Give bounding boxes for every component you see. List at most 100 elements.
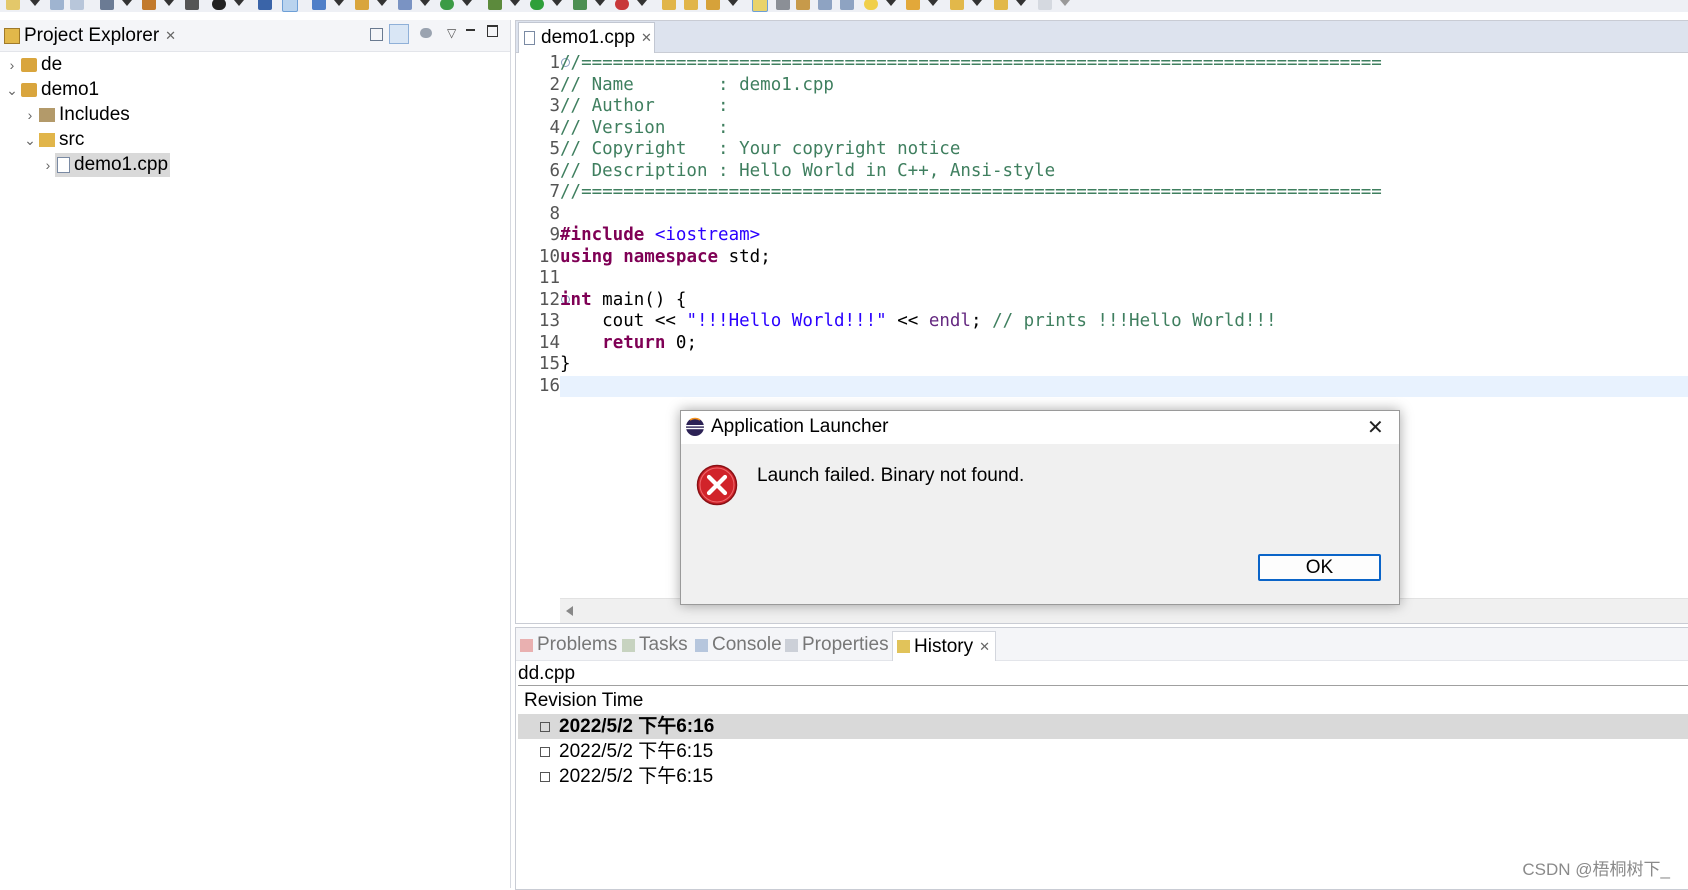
chevron-down-icon[interactable] bbox=[234, 0, 244, 6]
tree-item-includes[interactable]: › Includes bbox=[23, 103, 130, 127]
link-with-editor-icon[interactable] bbox=[389, 24, 409, 44]
chevron-down-icon[interactable] bbox=[552, 0, 562, 6]
tab-tasks[interactable]: Tasks bbox=[622, 633, 688, 657]
close-icon[interactable]: ✕ bbox=[979, 639, 990, 655]
code-line: using namespace std; bbox=[560, 247, 771, 269]
binary-icon[interactable] bbox=[185, 0, 199, 10]
edit-icon[interactable] bbox=[752, 0, 768, 12]
chevron-down-icon[interactable] bbox=[972, 0, 982, 6]
next-icon[interactable] bbox=[1038, 0, 1052, 10]
chevron-down-icon[interactable]: ⌄ bbox=[5, 78, 19, 102]
current-line-highlight bbox=[560, 375, 1688, 397]
code-token: cout << bbox=[560, 311, 676, 331]
code-line: //======================================… bbox=[560, 53, 1382, 73]
chevron-down-icon[interactable] bbox=[928, 0, 938, 6]
save-all-icon[interactable] bbox=[70, 0, 84, 10]
run-config-icon[interactable] bbox=[573, 0, 587, 10]
chevron-down-icon[interactable] bbox=[510, 0, 520, 6]
chevron-down-icon[interactable] bbox=[420, 0, 430, 6]
forward-icon[interactable] bbox=[994, 0, 1008, 10]
folder-icon[interactable] bbox=[355, 0, 369, 10]
tree-item-demo1[interactable]: ⌄ demo1 bbox=[5, 78, 99, 102]
scroll-left-icon[interactable] bbox=[566, 606, 573, 616]
collapse-all-icon[interactable] bbox=[370, 28, 383, 41]
close-icon[interactable]: ✕ bbox=[641, 30, 652, 46]
chevron-down-icon[interactable] bbox=[30, 0, 40, 6]
revision-icon bbox=[540, 771, 550, 782]
ok-button[interactable]: OK bbox=[1258, 554, 1381, 581]
chevron-down-icon[interactable] bbox=[462, 0, 472, 6]
debug-user-icon[interactable] bbox=[212, 0, 226, 10]
tab-console[interactable]: Console bbox=[695, 633, 782, 657]
back-icon[interactable] bbox=[950, 0, 964, 10]
chevron-down-icon[interactable] bbox=[886, 0, 896, 6]
list-icon[interactable] bbox=[840, 0, 854, 10]
history-file-name: dd.cpp bbox=[518, 663, 576, 684]
refresh-icon[interactable] bbox=[440, 0, 454, 10]
project-explorer-icon bbox=[4, 28, 20, 44]
line-number: 5 bbox=[549, 139, 560, 159]
run-icon[interactable] bbox=[530, 0, 544, 10]
tree-item-demo1-cpp[interactable]: › demo1.cpp bbox=[41, 153, 171, 177]
chevron-down-icon[interactable] bbox=[1060, 0, 1070, 6]
column-header-revision-time[interactable]: Revision Time bbox=[524, 690, 643, 712]
code-line: cout << "!!!Hello World!!!" << endl; // … bbox=[560, 311, 1277, 333]
settings-icon[interactable] bbox=[100, 0, 114, 10]
tab-properties[interactable]: Properties bbox=[785, 633, 889, 657]
c-file-icon[interactable] bbox=[398, 0, 412, 10]
tab-history[interactable]: History ✕ bbox=[892, 631, 997, 661]
revision-icon bbox=[540, 746, 550, 757]
chevron-right-icon[interactable]: › bbox=[41, 153, 55, 177]
external-tool-icon[interactable] bbox=[615, 0, 629, 10]
chevron-down-icon[interactable] bbox=[1016, 0, 1026, 6]
code-token: // prints !!!Hello World!!! bbox=[992, 311, 1277, 331]
chevron-down-icon[interactable] bbox=[595, 0, 605, 6]
monitor-icon[interactable] bbox=[258, 0, 272, 10]
chevron-down-icon[interactable] bbox=[164, 0, 174, 6]
new-icon[interactable] bbox=[6, 0, 20, 10]
clipboard-icon[interactable] bbox=[796, 0, 810, 10]
chevron-down-icon[interactable] bbox=[122, 0, 132, 6]
history-row[interactable]: 2022/5/2 下午6:16 bbox=[518, 714, 1688, 739]
chevron-down-icon[interactable] bbox=[728, 0, 738, 6]
code-line: // Description : Hello World in C++, Ans… bbox=[560, 160, 1056, 181]
line-number: 12 bbox=[538, 289, 560, 310]
history-row[interactable]: 2022/5/2 下午6:15 bbox=[518, 764, 1688, 789]
key-icon[interactable] bbox=[776, 0, 790, 10]
save-icon[interactable] bbox=[50, 0, 64, 10]
search-icon[interactable] bbox=[282, 0, 298, 12]
new-class-icon[interactable] bbox=[312, 0, 326, 10]
chevron-down-icon[interactable] bbox=[637, 0, 647, 6]
chevron-right-icon[interactable]: › bbox=[23, 103, 37, 127]
tree-item-de[interactable]: › de bbox=[5, 53, 62, 77]
lightbulb-icon[interactable] bbox=[864, 0, 878, 10]
build-icon[interactable] bbox=[142, 0, 156, 10]
view-menu-icon[interactable]: ▽ bbox=[447, 26, 456, 40]
chevron-right-icon[interactable]: › bbox=[5, 53, 19, 77]
minimize-icon[interactable] bbox=[466, 29, 475, 31]
up-arrow-icon[interactable] bbox=[906, 0, 920, 10]
line-number: 9 bbox=[549, 225, 560, 245]
gear-bug-icon[interactable] bbox=[488, 0, 502, 10]
chevron-down-icon[interactable] bbox=[334, 0, 344, 6]
revision-icon bbox=[540, 721, 550, 732]
tree-item-src[interactable]: ⌄ src bbox=[23, 128, 84, 152]
open-file-icon[interactable] bbox=[684, 0, 698, 10]
line-number: 16 bbox=[538, 375, 560, 396]
history-row[interactable]: 2022/5/2 下午6:15 bbox=[518, 739, 1688, 764]
close-icon[interactable]: ✕ bbox=[165, 28, 176, 44]
tree-item-label: demo1.cpp bbox=[74, 154, 169, 175]
tab-demo1-cpp[interactable]: demo1.cpp ✕ bbox=[518, 22, 655, 53]
revision-time: 2022/5/2 下午6:15 bbox=[559, 766, 714, 787]
chevron-down-icon[interactable] bbox=[377, 0, 387, 6]
list-icon[interactable] bbox=[818, 0, 832, 10]
tab-problems[interactable]: Problems bbox=[520, 633, 617, 657]
tab-project-explorer[interactable]: Project Explorer ✕ bbox=[4, 25, 176, 47]
open-folder-icon[interactable] bbox=[662, 0, 676, 10]
maximize-icon[interactable] bbox=[487, 25, 498, 37]
close-icon[interactable]: ✕ bbox=[1367, 415, 1384, 440]
filter-icon[interactable] bbox=[420, 28, 432, 38]
pin-icon[interactable] bbox=[706, 0, 720, 10]
chevron-down-icon[interactable]: ⌄ bbox=[23, 128, 37, 152]
